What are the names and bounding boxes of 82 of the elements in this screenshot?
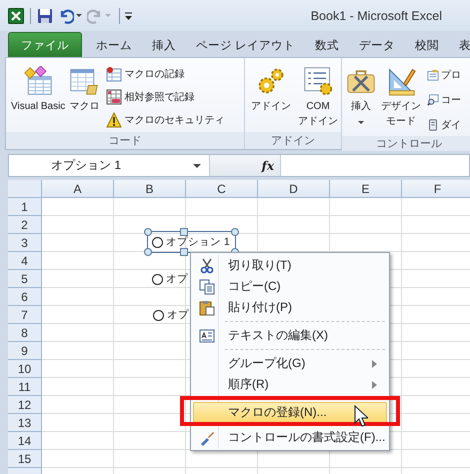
window-title: Book1 - Microsoft Excel (310, 8, 442, 22)
column-header[interactable]: E (330, 180, 402, 198)
group-label: コード (6, 132, 244, 149)
option-label: オプション 1 (166, 236, 230, 248)
text-frame-icon (199, 328, 215, 344)
row-header[interactable]: 11 (8, 378, 42, 396)
warning-icon (106, 112, 122, 128)
ribbon-tab[interactable]: 数式 (305, 32, 350, 57)
column-header[interactable]: B (114, 180, 186, 198)
customize-caret-icon (124, 10, 133, 20)
column-header[interactable]: F (402, 180, 470, 198)
row-header[interactable]: 9 (8, 342, 42, 360)
menu-item[interactable]: 順序(R) (193, 374, 387, 395)
row-header[interactable]: 14 (8, 432, 42, 450)
relative-grid-icon (106, 89, 122, 105)
ribbon-small-button[interactable]: 相対参照で記録 (106, 87, 224, 107)
table-blocks-icon (23, 66, 54, 96)
menu-item[interactable]: グループ化(G) (193, 353, 387, 374)
customize-quick-button[interactable] (124, 10, 133, 20)
option-label: オプ (167, 309, 189, 321)
ribbon-small-button[interactable]: マクロのセキュリティ (106, 110, 224, 130)
menu-item[interactable]: 切り取り(T) (193, 255, 387, 276)
ribbon-small-button[interactable]: コー (427, 89, 461, 111)
magnifier-code-icon (427, 94, 439, 106)
redo-icon (87, 8, 103, 24)
row-header[interactable]: 13 (8, 414, 42, 432)
scissors-icon (199, 258, 215, 274)
ribbon-button[interactable]: 挿入 (345, 64, 377, 126)
row-header[interactable]: 15 (8, 450, 42, 468)
group-label: アドイン (245, 132, 341, 149)
ribbon-button[interactable]: COM アドイン (297, 64, 339, 131)
ribbon-tab[interactable]: 校閲 (405, 32, 450, 57)
row-header[interactable]: 8 (8, 324, 42, 342)
worksheet-scroll-icon (69, 66, 100, 96)
ribbon-tab[interactable]: データ (349, 32, 406, 57)
row-header[interactable]: 5 (8, 270, 42, 288)
row-header[interactable]: 6 (8, 288, 42, 306)
row-header[interactable]: 7 (8, 306, 42, 324)
ribbon-tab[interactable]: 挿入 (142, 32, 186, 57)
ribbon-tab[interactable]: ホーム (86, 32, 142, 57)
row-header[interactable]: 4 (8, 252, 42, 270)
submenu-arrow-icon (372, 380, 377, 388)
dialog-icon (427, 119, 439, 131)
menu-item[interactable]: テキストの編集(X) (193, 325, 387, 346)
copy-icon (199, 278, 215, 294)
ribbon-small-button[interactable]: マクロの記録 (106, 64, 224, 84)
file-tab[interactable]: ファイル (8, 32, 82, 57)
option-label: オプ (166, 273, 188, 285)
menu-item[interactable]: 貼り付け(P) (193, 297, 387, 318)
column-header[interactable]: A (42, 180, 114, 198)
submenu-arrow-icon (372, 360, 377, 368)
row-header[interactable]: 12 (8, 396, 42, 414)
checklist-gear-icon (303, 66, 333, 96)
row-header[interactable]: 3 (8, 234, 42, 252)
spreadsheet-logo-icon (8, 8, 24, 24)
ribbon-button[interactable]: Visual Basic (10, 64, 66, 116)
row-header[interactable]: 1 (8, 198, 42, 216)
row-header[interactable]: 2 (8, 216, 42, 234)
ribbon-button[interactable]: マクロ (68, 64, 100, 116)
ribbon-small-button[interactable]: プロ (427, 64, 461, 86)
ribbon-button[interactable]: アドイン (250, 64, 292, 116)
record-sheet-icon (106, 66, 122, 82)
ribbon-small-button[interactable]: ダイ (427, 114, 461, 136)
ribbon-tab[interactable]: ページ レイアウト (186, 32, 306, 57)
properties-icon (427, 69, 439, 81)
ribbon-button[interactable]: デザイン モード (380, 64, 422, 131)
group-label: コントロール (342, 136, 470, 151)
menu-item[interactable]: コピー(C) (193, 276, 387, 297)
undo-icon (58, 8, 74, 24)
save-quick-button[interactable] (37, 8, 53, 24)
mouse-pointer-icon (354, 405, 368, 427)
triangle-ruler-pencil-icon (386, 66, 416, 96)
column-header[interactable]: D (258, 180, 330, 198)
clipboard-icon (199, 300, 215, 316)
row-header[interactable]: 10 (8, 360, 42, 378)
menu-item[interactable]: マクロの登録(N)... (193, 402, 387, 423)
column-header[interactable]: C (186, 180, 258, 198)
menu-item[interactable]: コントロールの書式設定(F)... (193, 427, 387, 448)
save-icon (37, 8, 53, 24)
brush-settings-icon (199, 430, 215, 446)
gears-icon (256, 66, 286, 96)
undo-quick-button[interactable] (58, 8, 82, 24)
